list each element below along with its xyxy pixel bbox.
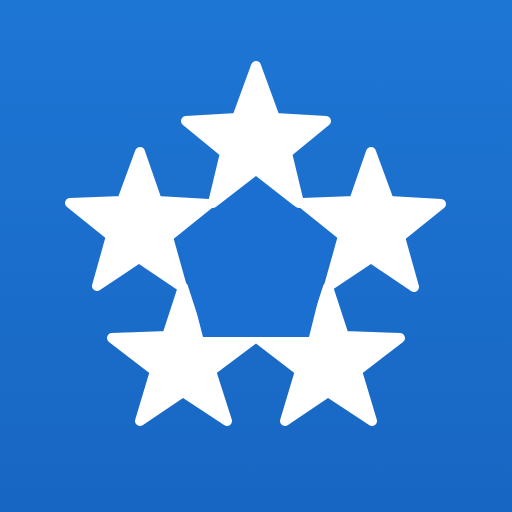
five-star-ring-icon <box>65 61 446 426</box>
app-icon-background <box>0 0 512 512</box>
